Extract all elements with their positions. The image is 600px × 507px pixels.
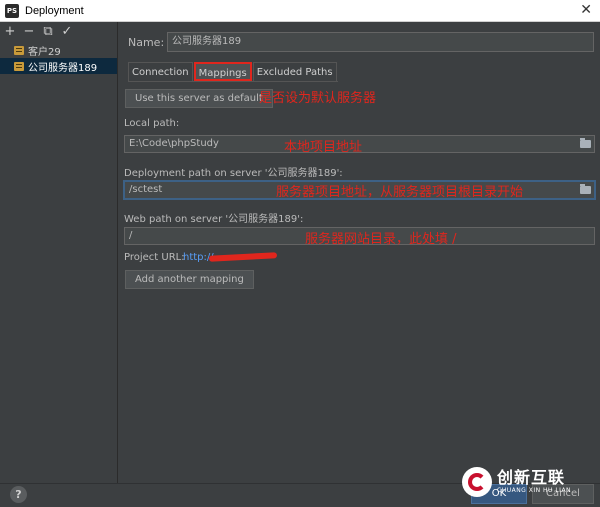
name-label: Name:: [128, 36, 165, 49]
add-icon[interactable]: +: [4, 25, 16, 38]
server-list-panel: + − ⧉ ✓ 客户29 公司服务器189: [0, 22, 118, 483]
deployment-path-label: Deployment path on server '公司服务器189':: [124, 168, 343, 179]
folder-icon[interactable]: [580, 184, 591, 194]
annotation-default: 是否设为默认服务器: [259, 91, 377, 106]
window-title: Deployment: [25, 4, 84, 17]
title-bar: PS Deployment ✕: [0, 0, 600, 22]
watermark-logo: 创新互联 CHUANG XIN HU LIAN: [462, 462, 596, 502]
server-icon: [14, 61, 24, 71]
settings-tabs: Connection Mappings Excluded Paths: [128, 62, 338, 82]
project-url-label: Project URL:: [124, 252, 185, 263]
server-toolbar: + − ⧉ ✓: [0, 22, 117, 42]
help-icon[interactable]: ?: [10, 486, 27, 503]
name-input[interactable]: 公司服务器189: [167, 32, 594, 52]
tab-connection[interactable]: Connection: [128, 62, 193, 81]
server-icon: [14, 45, 24, 55]
tab-excluded-paths[interactable]: Excluded Paths: [252, 62, 337, 81]
remove-icon[interactable]: −: [23, 25, 35, 38]
use-as-default-button[interactable]: Use this server as default: [125, 89, 273, 108]
add-another-mapping-button[interactable]: Add another mapping: [125, 270, 254, 289]
server-settings-panel: Name: 公司服务器189 Connection Mappings Exclu…: [119, 22, 600, 483]
close-icon[interactable]: ✕: [580, 2, 592, 18]
annotation-web: 服务器网站目录，此处填 /: [305, 232, 457, 247]
redaction-mark: [208, 252, 278, 262]
copy-icon[interactable]: ⧉: [42, 25, 54, 38]
watermark-cn: 创新互联: [497, 468, 566, 487]
phpstorm-app-icon: PS: [5, 3, 19, 18]
annotation-deploy: 服务器项目地址，从服务器项目根目录开始: [276, 185, 524, 200]
local-path-label: Local path:: [124, 118, 180, 129]
local-path-value: E:\Code\phpStudy: [129, 138, 219, 149]
server-item-company189[interactable]: 公司服务器189: [0, 58, 117, 74]
check-icon[interactable]: ✓: [61, 25, 73, 38]
web-path-label: Web path on server '公司服务器189':: [124, 214, 304, 225]
server-item-label: 公司服务器189: [28, 62, 98, 74]
watermark-logo-icon: [462, 467, 492, 497]
folder-icon[interactable]: [580, 138, 591, 148]
annotation-local: 本地项目地址: [284, 140, 363, 155]
watermark-en: CHUANG XIN HU LIAN: [497, 487, 572, 494]
server-item-label: 客户29: [28, 46, 61, 58]
server-item-client29[interactable]: 客户29: [0, 42, 117, 58]
tab-mappings[interactable]: Mappings: [193, 62, 252, 81]
deployment-path-value: /sctest: [129, 184, 163, 195]
watermark-text: 创新互联 CHUANG XIN HU LIAN: [497, 469, 571, 495]
web-path-value: /: [129, 230, 133, 241]
